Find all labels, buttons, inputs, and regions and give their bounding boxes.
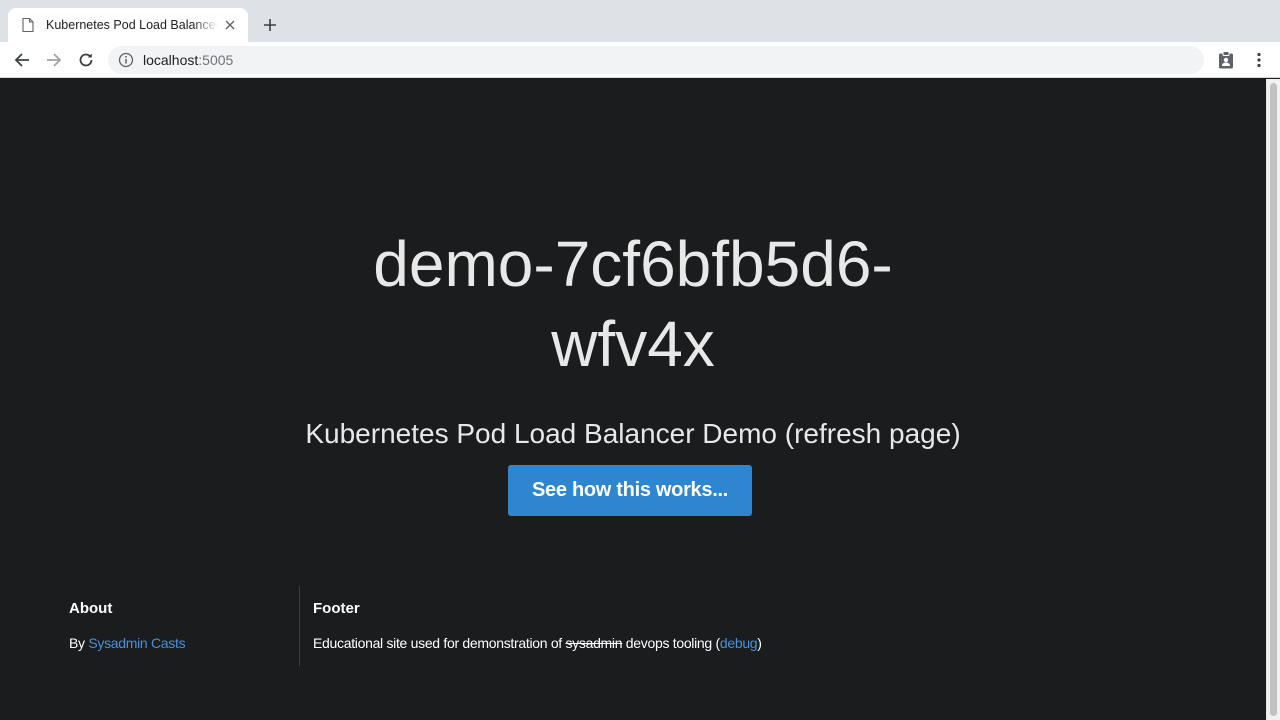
- back-arrow-icon[interactable]: [10, 48, 34, 72]
- by-prefix: By: [69, 635, 89, 651]
- footer-text-prefix: Educational site used for demonstration …: [313, 635, 566, 651]
- new-tab-icon[interactable]: [258, 13, 282, 37]
- page-icon: [22, 17, 34, 33]
- see-how-this-works-button[interactable]: See how this works...: [508, 465, 752, 516]
- info-icon[interactable]: [118, 52, 134, 68]
- close-tab-icon[interactable]: [222, 17, 238, 33]
- reload-icon[interactable]: [74, 48, 98, 72]
- menu-dots-icon[interactable]: [1247, 48, 1271, 72]
- clipboard-icon[interactable]: [1214, 48, 1238, 72]
- debug-link[interactable]: debug: [720, 635, 758, 651]
- page-viewport: demo-7cf6bfb5d6-wfv4x Kubernetes Pod Loa…: [0, 79, 1266, 720]
- pod-name-title: demo-7cf6bfb5d6-wfv4x: [373, 228, 893, 380]
- footer-description: Educational site used for demonstration …: [313, 634, 1213, 652]
- footer-text-middle: devops tooling (: [622, 635, 720, 651]
- footer-about-text: By Sysadmin Casts: [69, 634, 284, 652]
- page-subtitle: Kubernetes Pod Load Balancer Demo (refre…: [305, 418, 961, 449]
- footer-about-section: About By Sysadmin Casts: [69, 600, 284, 652]
- struck-word: sysadmin: [565, 635, 623, 651]
- footer-main-section: Footer Educational site used for demonst…: [313, 600, 1213, 652]
- tab-strip: Kubernetes Pod Load Balancer Demo: [0, 0, 1280, 42]
- scrollbar-thumb[interactable]: [1270, 83, 1277, 716]
- forward-arrow-icon[interactable]: [42, 48, 66, 72]
- browser-toolbar: localhost:5005: [0, 42, 1280, 78]
- url-host: localhost: [143, 52, 199, 68]
- footer-about-heading: About: [69, 600, 113, 617]
- tab-title: Kubernetes Pod Load Balancer Demo: [46, 18, 218, 32]
- footer-divider: [299, 586, 300, 666]
- address-bar[interactable]: localhost:5005: [108, 46, 1204, 74]
- url-port: :5005: [198, 52, 234, 68]
- sysadmin-casts-link[interactable]: Sysadmin Casts: [88, 635, 185, 651]
- footer-heading: Footer: [313, 600, 360, 617]
- vertical-scrollbar[interactable]: [1266, 79, 1280, 720]
- browser-tab[interactable]: Kubernetes Pod Load Balancer Demo: [8, 8, 248, 42]
- footer-text-suffix: ): [757, 635, 762, 651]
